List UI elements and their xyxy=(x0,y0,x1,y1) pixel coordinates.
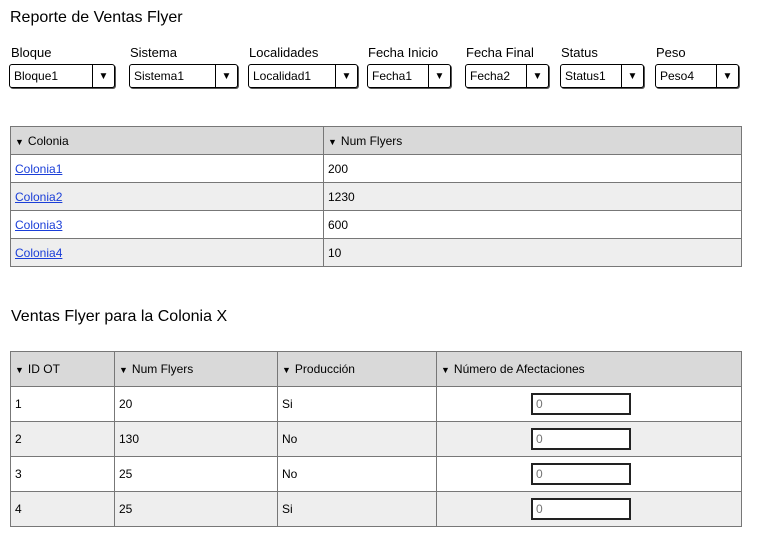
sort-down-icon[interactable]: ▼ xyxy=(15,365,24,375)
num-flyers-value: 1230 xyxy=(328,189,355,204)
filter-label-fecha-inicio: Fecha Inicio xyxy=(368,45,439,60)
sort-down-icon[interactable]: ▼ xyxy=(441,365,450,375)
chevron-down-icon[interactable]: ▼ xyxy=(215,65,237,87)
num-flyers-value: 200 xyxy=(328,161,349,176)
colonia-link[interactable]: Colonia1 xyxy=(15,162,62,176)
sort-down-icon[interactable]: ▼ xyxy=(119,365,128,375)
column-header-num-flyers[interactable]: ▼ Num Flyers xyxy=(323,126,742,155)
table-row: 2 130 No xyxy=(10,421,742,457)
table-row: Colonia4 10 xyxy=(10,238,742,267)
fecha-final-select-value: Fecha2 xyxy=(470,69,511,83)
afectaciones-input[interactable] xyxy=(531,393,631,415)
column-header-label: Producción xyxy=(294,362,355,376)
num-flyers-value: 600 xyxy=(328,217,349,232)
bloque-select[interactable]: Bloque1 ▼ xyxy=(9,64,115,88)
peso-select[interactable]: Peso4 ▼ xyxy=(655,64,739,88)
produccion-value: No xyxy=(282,432,298,446)
column-header-num-flyers[interactable]: ▼ Num Flyers xyxy=(114,351,278,387)
table-row: 1 20 Si xyxy=(10,386,742,422)
sort-down-icon[interactable]: ▼ xyxy=(15,137,24,147)
column-header-label: Colonia xyxy=(27,133,69,148)
id-ot-value: 2 xyxy=(15,432,22,446)
num-flyers-value: 20 xyxy=(119,397,133,411)
column-header-label: Num Flyers xyxy=(131,362,194,376)
chevron-down-icon[interactable]: ▼ xyxy=(92,65,114,87)
sistema-select[interactable]: Sistema1 ▼ xyxy=(129,64,238,88)
chevron-down-icon[interactable]: ▼ xyxy=(526,65,548,87)
sort-down-icon[interactable]: ▼ xyxy=(328,137,337,147)
num-flyers-value: 130 xyxy=(119,432,140,446)
detail-table: ▼ ID OT ▼ Num Flyers ▼ Producción ▼ Número d… xyxy=(10,351,742,527)
afectaciones-input[interactable] xyxy=(531,428,631,450)
id-ot-value: 3 xyxy=(15,467,22,481)
num-flyers-value: 25 xyxy=(119,502,133,516)
chevron-down-icon[interactable]: ▼ xyxy=(716,65,738,87)
section-title: Ventas Flyer para la Colonia X xyxy=(11,308,228,325)
fecha-final-select[interactable]: Fecha2 ▼ xyxy=(465,64,549,88)
chevron-down-icon[interactable]: ▼ xyxy=(621,65,643,87)
filter-label-fecha-final: Fecha Final xyxy=(466,45,534,60)
num-flyers-value: 10 xyxy=(328,245,342,260)
colonias-table: ▼ Colonia ▼ Num Flyers Colonia1 200 Coloni… xyxy=(10,126,742,267)
id-ot-value: 4 xyxy=(15,502,22,516)
localidades-select-value: Localidad1 xyxy=(253,69,312,83)
column-header-label: ID OT xyxy=(27,362,60,376)
chevron-down-icon[interactable]: ▼ xyxy=(335,65,357,87)
column-header-afectaciones[interactable]: ▼ Número de Afectaciones xyxy=(436,351,742,387)
column-header-produccion[interactable]: ▼ Producción xyxy=(277,351,437,387)
status-select-value: Status1 xyxy=(565,69,606,83)
produccion-value: Si xyxy=(282,502,293,516)
filter-label-bloque: Bloque xyxy=(11,45,52,60)
id-ot-value: 1 xyxy=(15,397,22,411)
column-header-id-ot[interactable]: ▼ ID OT xyxy=(10,351,115,387)
colonia-link[interactable]: Colonia3 xyxy=(15,218,62,232)
sort-down-icon[interactable]: ▼ xyxy=(282,365,291,375)
num-flyers-value: 25 xyxy=(119,467,133,481)
produccion-value: No xyxy=(282,467,298,481)
produccion-value: Si xyxy=(282,397,293,411)
table-row: 3 25 No xyxy=(10,456,742,492)
fecha-inicio-select[interactable]: Fecha1 ▼ xyxy=(367,64,451,88)
table-row: 4 25 Si xyxy=(10,491,742,527)
filter-label-sistema: Sistema xyxy=(130,45,177,60)
status-select[interactable]: Status1 ▼ xyxy=(560,64,644,88)
sistema-select-value: Sistema1 xyxy=(134,69,185,83)
table-row: Colonia3 600 xyxy=(10,210,742,239)
table-header-row: ▼ ID OT ▼ Num Flyers ▼ Producción ▼ Número d… xyxy=(10,351,742,387)
colonia-link[interactable]: Colonia4 xyxy=(15,246,62,260)
afectaciones-input[interactable] xyxy=(531,463,631,485)
filter-label-localidades: Localidades xyxy=(249,45,319,60)
page-title: Reporte de Ventas Flyer xyxy=(10,9,183,26)
table-row: Colonia1 200 xyxy=(10,154,742,183)
afectaciones-input[interactable] xyxy=(531,498,631,520)
peso-select-value: Peso4 xyxy=(660,69,695,83)
colonia-link[interactable]: Colonia2 xyxy=(15,190,62,204)
table-header-row: ▼ Colonia ▼ Num Flyers xyxy=(10,126,742,155)
chevron-down-icon[interactable]: ▼ xyxy=(428,65,450,87)
column-header-label: Num Flyers xyxy=(340,133,403,148)
bloque-select-value: Bloque1 xyxy=(14,69,59,83)
column-header-label: Número de Afectaciones xyxy=(453,362,585,376)
filter-label-peso: Peso xyxy=(656,45,686,60)
localidades-select[interactable]: Localidad1 ▼ xyxy=(248,64,358,88)
table-row: Colonia2 1230 xyxy=(10,182,742,211)
column-header-colonia[interactable]: ▼ Colonia xyxy=(10,126,324,155)
fecha-inicio-select-value: Fecha1 xyxy=(372,69,413,83)
filter-label-status: Status xyxy=(561,45,598,60)
